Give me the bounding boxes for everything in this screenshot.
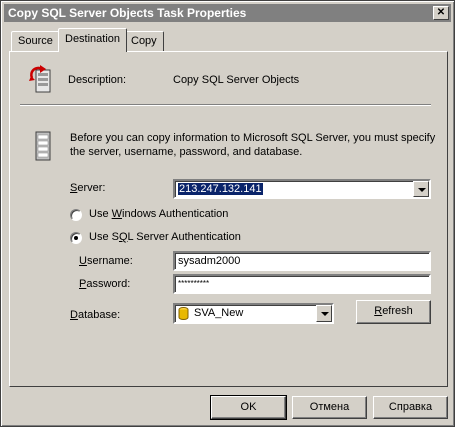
database-server-icon [35,131,51,161]
chevron-down-icon [418,188,426,192]
tab-source[interactable]: Source [11,31,60,52]
password-field[interactable]: ********** [173,274,431,294]
sql-auth-label[interactable]: Use SQL Server Authentication [89,231,241,243]
username-field[interactable]: sysadm2000 [173,251,431,271]
radio-selected-dot [74,236,78,240]
database-combobox[interactable]: SVA_New [173,303,334,324]
tab-destination-label: Destination [65,33,121,45]
window-title: Copy SQL Server Objects Task Properties [8,6,247,20]
database-icon [178,307,189,320]
info-text-line1: Before you can copy information to Micro… [70,132,436,144]
database-label: Database: [70,309,121,321]
windows-auth-radio[interactable] [70,209,82,221]
destination-panel: Description: Copy SQL Server Objects Bef… [9,51,448,387]
password-value: ********** [178,279,210,288]
chevron-down-icon [321,312,329,316]
info-text-line2: the server, username, password, and data… [70,146,303,158]
tab-copy[interactable]: Copy [124,31,164,52]
description-label: Description: [68,74,127,86]
close-icon[interactable]: ✕ [433,6,449,20]
password-label: Password: [79,278,131,290]
sql-auth-radio[interactable] [70,232,82,244]
dialog-window: Copy SQL Server Objects Task Properties … [0,0,455,427]
windows-auth-label[interactable]: Use Windows Authentication [89,208,228,220]
tab-source-label: Source [18,35,53,47]
ok-button[interactable]: OK [210,395,287,420]
separator [20,104,431,106]
copy-objects-icon [29,65,51,93]
username-label: Username: [79,255,133,267]
database-dropdown-button[interactable] [316,305,332,322]
description-value: Copy SQL Server Objects [173,74,300,86]
database-value: SVA_New [194,307,244,319]
tab-destination[interactable]: Destination [58,28,128,52]
help-button[interactable]: Справка [373,396,448,419]
server-value: 213.247.132.141 [178,183,263,195]
title-bar[interactable]: Copy SQL Server Objects Task Properties … [4,4,451,22]
server-label: Server: [70,182,106,194]
server-combobox[interactable]: 213.247.132.141 [173,179,431,199]
cancel-button[interactable]: Отмена [292,396,367,419]
tab-copy-label: Copy [131,35,157,47]
username-value: sysadm2000 [178,255,241,267]
refresh-button[interactable]: Refresh [356,300,431,324]
server-dropdown-button[interactable] [413,181,429,197]
